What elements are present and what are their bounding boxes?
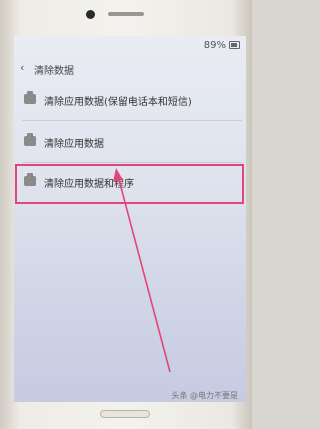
arrow-head xyxy=(113,168,123,182)
watermark: 头条 @电力不要是 xyxy=(171,391,238,400)
nav-bar xyxy=(0,404,252,429)
home-button[interactable] xyxy=(100,410,150,418)
phone-frame: 89% ‹ 清除数据 清除应用数据(保留电话本和短信) 清除应用数据 清除应用数… xyxy=(0,0,252,429)
annotation-arrow xyxy=(113,168,171,373)
arrow-line xyxy=(117,175,171,373)
